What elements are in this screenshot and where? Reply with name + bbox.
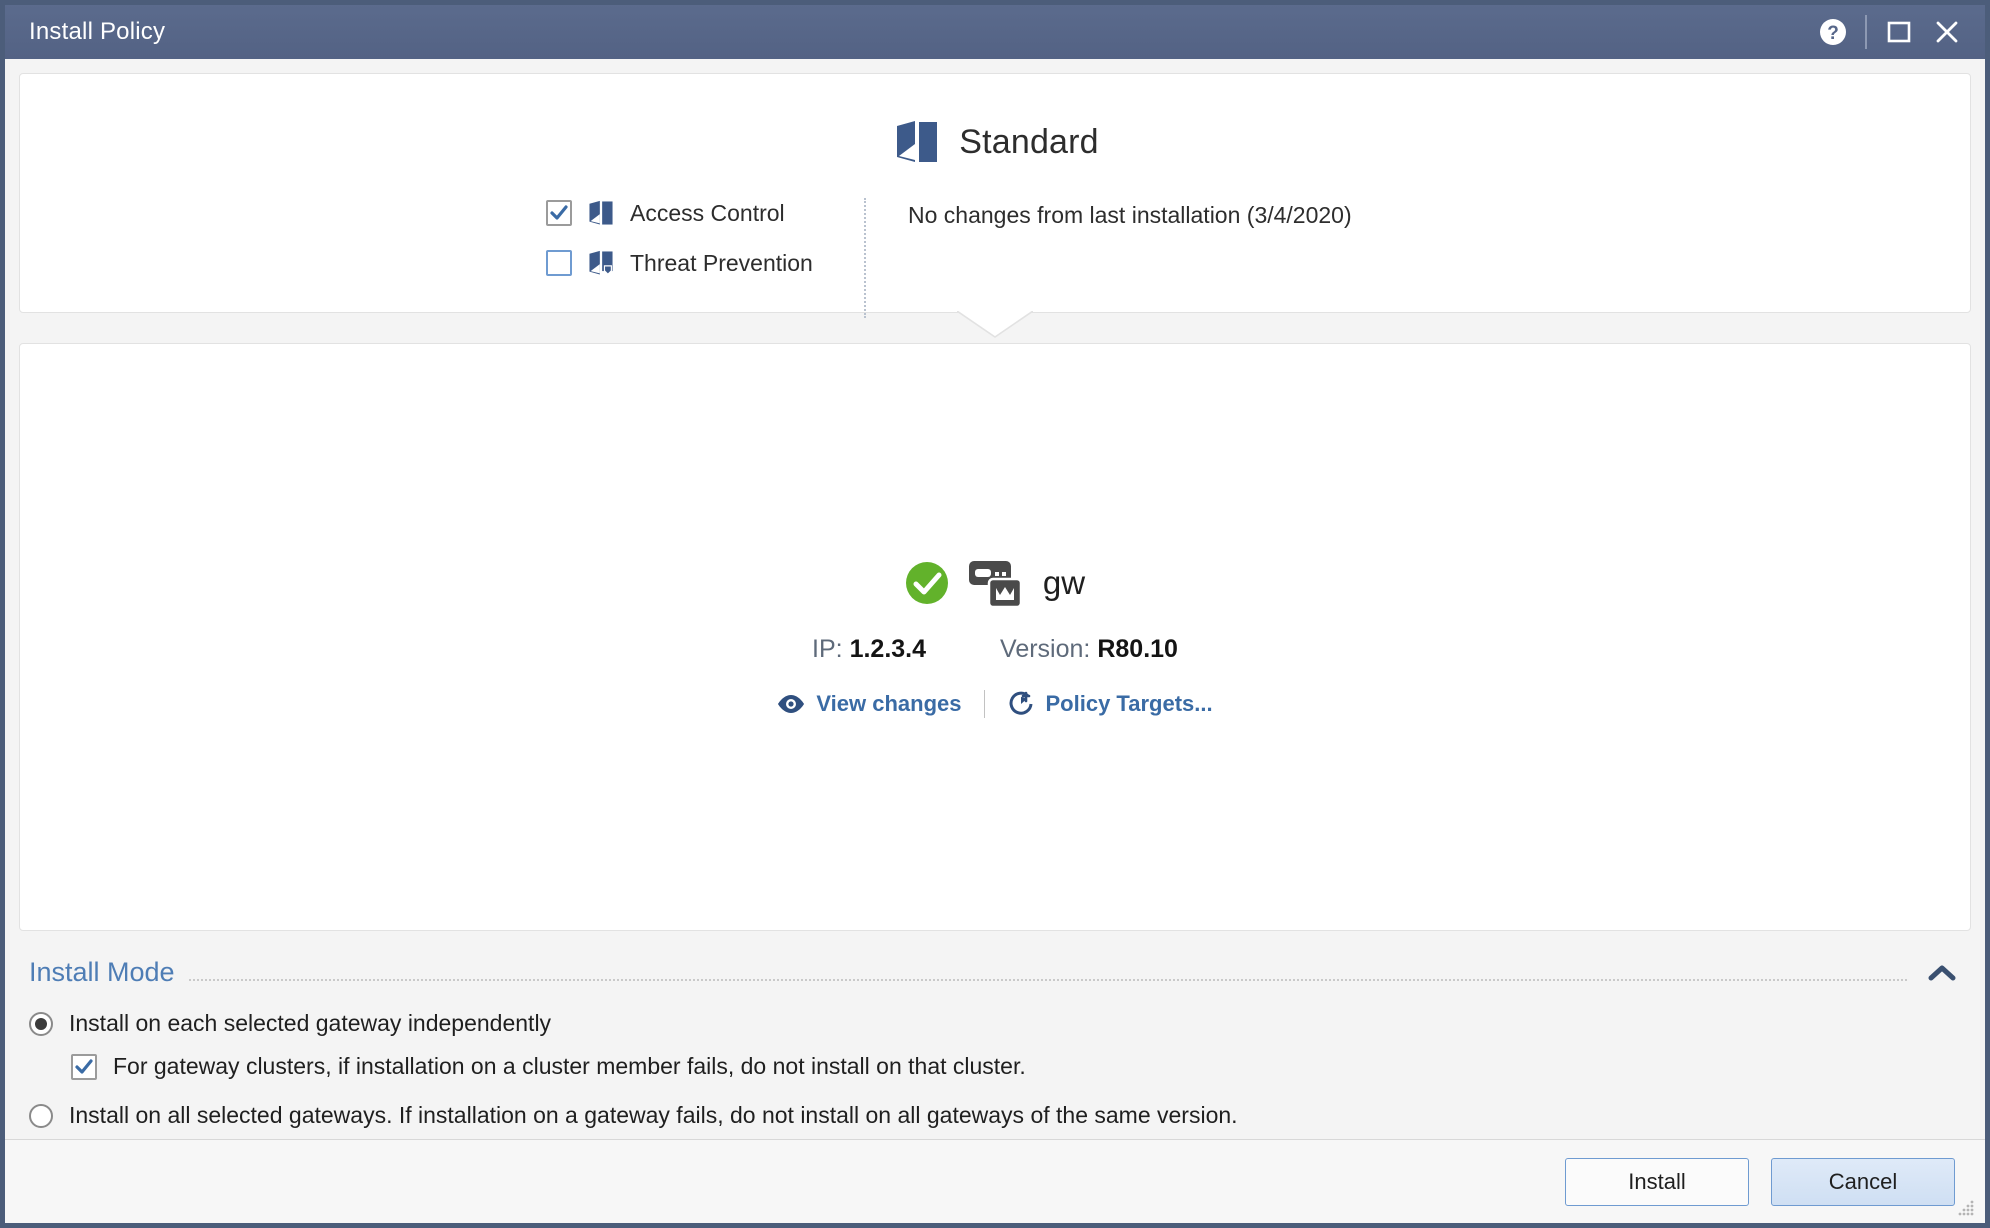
blade-access-control[interactable]: Access Control xyxy=(546,198,785,228)
install-independently-label: Install on each selected gateway indepen… xyxy=(69,1010,552,1036)
install-all-label: Install on all selected gateways. If ins… xyxy=(69,1102,1238,1128)
maximize-button[interactable] xyxy=(1875,10,1923,54)
radio-install-all[interactable] xyxy=(29,1103,53,1128)
status-ok-icon xyxy=(905,561,948,604)
policy-panel: Standard Access Control Threat Preventio… xyxy=(19,73,1971,338)
install-mode-dotted-rule xyxy=(188,965,1907,981)
view-changes-link[interactable]: View changes xyxy=(777,690,962,717)
gateway-links: View changes Policy Targets... xyxy=(777,689,1213,718)
policy-targets-icon xyxy=(1009,691,1032,715)
security-gateway-icon xyxy=(968,560,1023,608)
gateway-meta: IP: 1.2.3.4 Version: R80.10 xyxy=(812,635,1178,664)
install-mode-title: Install Mode xyxy=(29,957,175,987)
threat-prevention-icon xyxy=(589,250,613,276)
window-title: Install Policy xyxy=(29,18,166,45)
gateway-name: gw xyxy=(1042,563,1086,601)
window-controls: ? xyxy=(1809,10,1971,54)
changes-note: No changes from last installation (3/4/2… xyxy=(908,202,1352,228)
install-policy-window: Install Policy ? Standard Access Control… xyxy=(0,0,1990,1228)
checkmark-icon xyxy=(550,205,568,220)
version-value: R80.10 xyxy=(1097,634,1178,663)
view-changes-label: View changes xyxy=(816,690,962,716)
policy-name: Standard xyxy=(959,122,1099,161)
install-mode-option-independent[interactable]: Install on each selected gateway indepen… xyxy=(29,1010,1971,1037)
radio-install-independently[interactable] xyxy=(29,1011,53,1036)
ip-value: 1.2.3.4 xyxy=(849,634,927,663)
dialog-content: Standard Access Control Threat Preventio… xyxy=(5,59,1985,1139)
cluster-failure-label: For gateway clusters, if installation on… xyxy=(113,1053,1026,1079)
gateway-header: gw xyxy=(905,557,1085,609)
threat-prevention-label: Threat Prevention xyxy=(630,249,813,276)
cancel-button[interactable]: Cancel xyxy=(1771,1157,1955,1206)
svg-text:?: ? xyxy=(1827,23,1839,44)
maximize-icon xyxy=(1887,21,1911,43)
close-button[interactable] xyxy=(1923,10,1971,54)
title-bar: Install Policy ? xyxy=(5,5,1985,59)
help-button[interactable]: ? xyxy=(1809,10,1857,54)
eye-icon xyxy=(778,694,805,713)
dialog-footer: Install Cancel xyxy=(5,1139,1985,1223)
gateways-panel: gw IP: 1.2.3.4 Version: R80.10 View chan… xyxy=(19,343,1971,931)
gateway-version: Version: R80.10 xyxy=(1000,635,1178,664)
threat-prevention-checkbox[interactable] xyxy=(546,250,572,276)
install-mode-section: Install Mode Install on each selected ga… xyxy=(19,931,1971,1139)
version-label: Version: xyxy=(1000,634,1091,663)
access-control-label: Access Control xyxy=(630,199,785,226)
links-divider xyxy=(983,689,985,718)
ip-label: IP: xyxy=(812,634,843,663)
cluster-failure-checkbox[interactable] xyxy=(71,1053,97,1080)
access-control-checkbox[interactable] xyxy=(546,200,572,226)
help-icon: ? xyxy=(1820,19,1846,45)
resize-grip-icon[interactable] xyxy=(1955,1197,1977,1219)
access-control-icon xyxy=(589,200,613,225)
titlebar-divider xyxy=(1865,15,1867,49)
chevron-up-icon xyxy=(1928,965,1956,980)
policy-divider xyxy=(864,198,866,318)
checkmark-icon xyxy=(75,1058,93,1074)
install-mode-header: Install Mode xyxy=(29,957,1971,988)
install-mode-cluster-option[interactable]: For gateway clusters, if installation on… xyxy=(71,1053,1971,1080)
install-mode-collapse-button[interactable] xyxy=(1927,963,1957,983)
gateway-ip: IP: 1.2.3.4 xyxy=(812,635,926,664)
install-button[interactable]: Install xyxy=(1565,1157,1749,1206)
blade-list: Access Control Threat Prevention xyxy=(522,198,822,278)
close-icon xyxy=(1936,21,1958,43)
policy-package-icon xyxy=(897,121,938,162)
blade-threat-prevention[interactable]: Threat Prevention xyxy=(546,248,813,278)
policy-targets-label: Policy Targets... xyxy=(1045,690,1213,716)
policy-header: Standard xyxy=(891,116,1099,168)
policy-targets-link[interactable]: Policy Targets... xyxy=(1007,690,1213,718)
install-mode-option-all[interactable]: Install on all selected gateways. If ins… xyxy=(29,1102,1971,1129)
policy-body: Access Control Threat Prevention No chan… xyxy=(20,198,1970,318)
